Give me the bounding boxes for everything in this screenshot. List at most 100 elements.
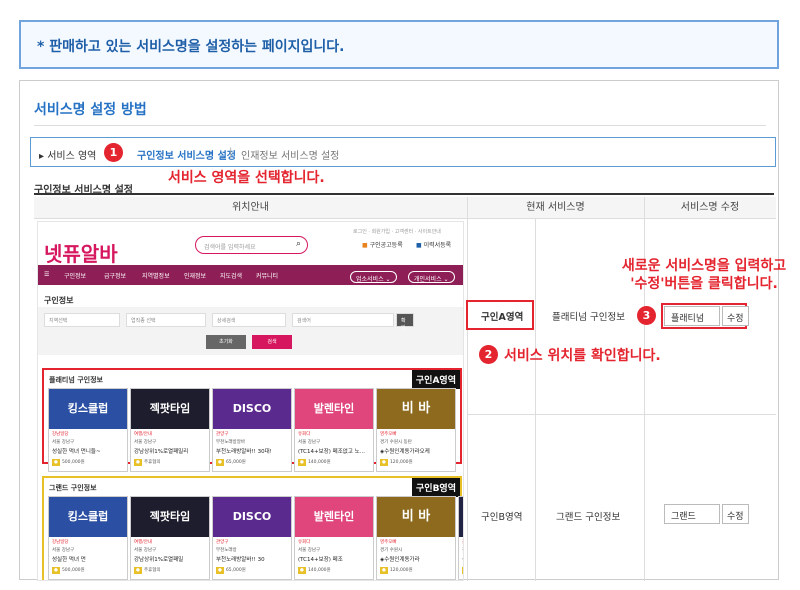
row-a-name-input[interactable]: 플래티넘: [664, 306, 720, 326]
job-card: 비 바 영주오빠 경기 수원시 동탄 ◈수원인계동가라오케 ● 120,000원: [376, 388, 456, 472]
job-card-category: 유회다: [298, 540, 311, 545]
job-block-b: 그랜드 구인정보 구인B영역 킹스클럽 강남일당 서울 강남구 성실한 먹녀 먼 ● 50…: [42, 476, 463, 580]
nav-pill: 개인서비스 ⌄: [408, 271, 455, 283]
column-divider: [467, 197, 468, 581]
row-b-name-input[interactable]: 그랜드: [664, 504, 720, 524]
step-2-badge: 2: [479, 345, 498, 364]
job-card: 비 바 영주오빠 경기 수원시 ◈수원인계동가라 ● 120,000원: [376, 496, 456, 580]
job-card-pay-value: 500,000원: [61, 568, 85, 573]
row-divider: [467, 414, 776, 415]
menu-icon: ☰: [44, 271, 50, 278]
preview-job-post-button: ■ 구인공고등록: [362, 240, 403, 249]
tab-separator: |: [229, 147, 233, 158]
pay-badge-icon: ●: [52, 459, 60, 466]
preview-section-title: 구인정보: [44, 296, 74, 305]
pay-badge-icon: ●: [462, 567, 463, 574]
job-card-pay: ● 주휴협의: [134, 567, 161, 574]
job-card-category: 강남일당: [52, 432, 69, 437]
pay-badge-icon: ●: [380, 567, 388, 574]
job-card-category: 유회다: [298, 432, 311, 437]
top-links: 로그인 · 회원가입 · 고객센터 · 사이트안내: [353, 229, 441, 235]
job-card-image: DISCO: [213, 389, 291, 429]
row-b-edit-button[interactable]: 수정: [722, 504, 749, 524]
job-card-title: ◈수원인계동가라: [380, 557, 420, 563]
job-card-location: 서울 강남구: [52, 440, 75, 445]
job-card-category: 관양구: [462, 539, 463, 545]
block-a-tag: 구인A영역: [411, 370, 460, 389]
row-a-label: 구인A영역: [481, 312, 524, 323]
service-area-tabs: ▸ 서비스 영역 구인정보 서비스명 설정 | 인재정보 서비스명 설정: [30, 137, 776, 167]
block-b-title: 그랜드 구인정보: [49, 484, 97, 492]
banner-text: * 판매하고 있는 서비스명을 설정하는 페이지입니다.: [37, 39, 345, 55]
row-a-edit-button[interactable]: 수정: [722, 306, 749, 326]
job-card-image: 젝팟타임: [131, 497, 209, 537]
resume-label: 이력서등록: [423, 242, 452, 249]
callout-check-position: 서비스 위치를 확인합니다.: [504, 348, 661, 364]
title-divider: [34, 125, 766, 126]
job-card-location: 서울 강남구: [298, 548, 321, 553]
job-card-title: 강남상위1%로열패밀리: [134, 449, 189, 455]
job-card-image: 킹스클럽: [49, 389, 127, 429]
callout-line: '수정'버튼을 클릭합니다.: [630, 276, 778, 292]
panel-title: 서비스명 설정 방법: [34, 102, 147, 118]
nav-pill: 업소서비스 ⌄: [350, 271, 397, 283]
job-card-category: 강남일당: [52, 540, 69, 545]
tab-resume-service-name[interactable]: 인재정보 서비스명 설정: [241, 147, 339, 162]
step-3-badge: 3: [637, 306, 656, 325]
preview-search-input: 검색어를 입력하세요 ⌕: [195, 236, 308, 254]
job-card-location: 서울 강남구: [298, 440, 321, 445]
job-card-pay: ● 65,000원: [216, 567, 246, 574]
job-card-category: 여행/안내: [134, 432, 153, 437]
nav-item: 인재정보: [184, 273, 207, 280]
callout-line: 새로운 서비스명을 입력하고: [621, 258, 787, 274]
document-icon: ■: [416, 242, 422, 249]
nav-item: 커뮤니티: [256, 273, 279, 280]
callout-enter-name: 새로운 서비스명을 입력하고 '수정'버튼을 클릭합니다.: [614, 257, 794, 293]
job-card-pay-value: 주휴협의: [143, 460, 161, 465]
step-1-badge: 1: [104, 143, 123, 162]
job-card-title: 성실한 먹녀 먼: [52, 557, 86, 563]
job-card-image: 발렌타인: [295, 497, 373, 537]
job-card-title: 부천노래방알바!! 30대!: [216, 449, 272, 455]
row-a-current-name: 플래티넘 구인정보: [552, 312, 625, 323]
job-card-title: 성실한 먹녀 먼니들~: [52, 449, 101, 455]
job-card-pay: ● 주휴협의: [134, 459, 161, 466]
nav-item: 지도검색: [220, 273, 243, 280]
nav-item: 지역별정보: [142, 273, 170, 280]
job-card-pay: ● 120,000원: [380, 459, 413, 466]
column-divider: [535, 219, 536, 581]
job-card-image: 젝팟타임: [131, 389, 209, 429]
job-card-pay-value: 65,000원: [225, 460, 246, 465]
job-card-category: 영주오빠: [380, 540, 397, 545]
preview-resume-button: ■ 이력서등록: [416, 240, 451, 249]
header-current-name: 현재 서비스명: [467, 197, 644, 219]
job-card-image: VVIP: [459, 497, 463, 537]
header-location: 위치안내: [34, 197, 467, 219]
job-card-title: 신촌 정통룸 하루치: [462, 555, 463, 563]
filter-reset: 초기화: [206, 335, 246, 349]
job-card-location: 부천노래방: [216, 548, 237, 553]
pay-badge-icon: ●: [380, 459, 388, 466]
preview-search-placeholder: 검색어를 입력하세요: [204, 244, 256, 251]
callout-select-area: 서비스 영역을 선택합니다.: [168, 170, 325, 186]
job-card-location: 경기 수원시: [380, 548, 403, 553]
site-preview: 로그인 · 회원가입 · 고객센터 · 사이트안내 넷퓨알바 검색어를 입력하세…: [37, 221, 464, 581]
job-card: 발렌타인 유회다 서울 강남구 (TC14+보장) 페조없고 노... ● 140,000…: [294, 388, 374, 472]
header-edit-name: 서비스명 수정: [644, 197, 776, 219]
job-card-pay: ● 500,000원: [52, 459, 85, 466]
job-card: 킹스클럽 강남일당 서울 강남구 성실한 먹녀 먼 ● 500,000원: [48, 496, 128, 580]
filter-select: 업직종 선택: [126, 313, 206, 327]
service-area-label: ▸ 서비스 영역: [39, 151, 97, 162]
job-card-image: 비 바: [377, 389, 455, 429]
job-card-category: 여행/안내: [134, 540, 153, 545]
nav-item: 급구정보: [104, 273, 127, 280]
nav-item: 구인정보: [64, 273, 87, 280]
pay-badge-icon: ●: [134, 567, 142, 574]
job-card: 발렌타인 유회다 서울 강남구 (TC14+보장) 페조 ● 140,000원: [294, 496, 374, 580]
job-card-pay-value: 120,000원: [389, 460, 413, 465]
job-card-location: 경기 수원시 동탄: [380, 440, 412, 445]
job-card-pay-value: 140,000원: [307, 460, 331, 465]
job-card-title: 강남상위1%로열패밀: [134, 557, 184, 563]
tab-job-service-name[interactable]: 구인정보 서비스명 설정: [137, 147, 236, 162]
column-divider: [644, 197, 645, 581]
